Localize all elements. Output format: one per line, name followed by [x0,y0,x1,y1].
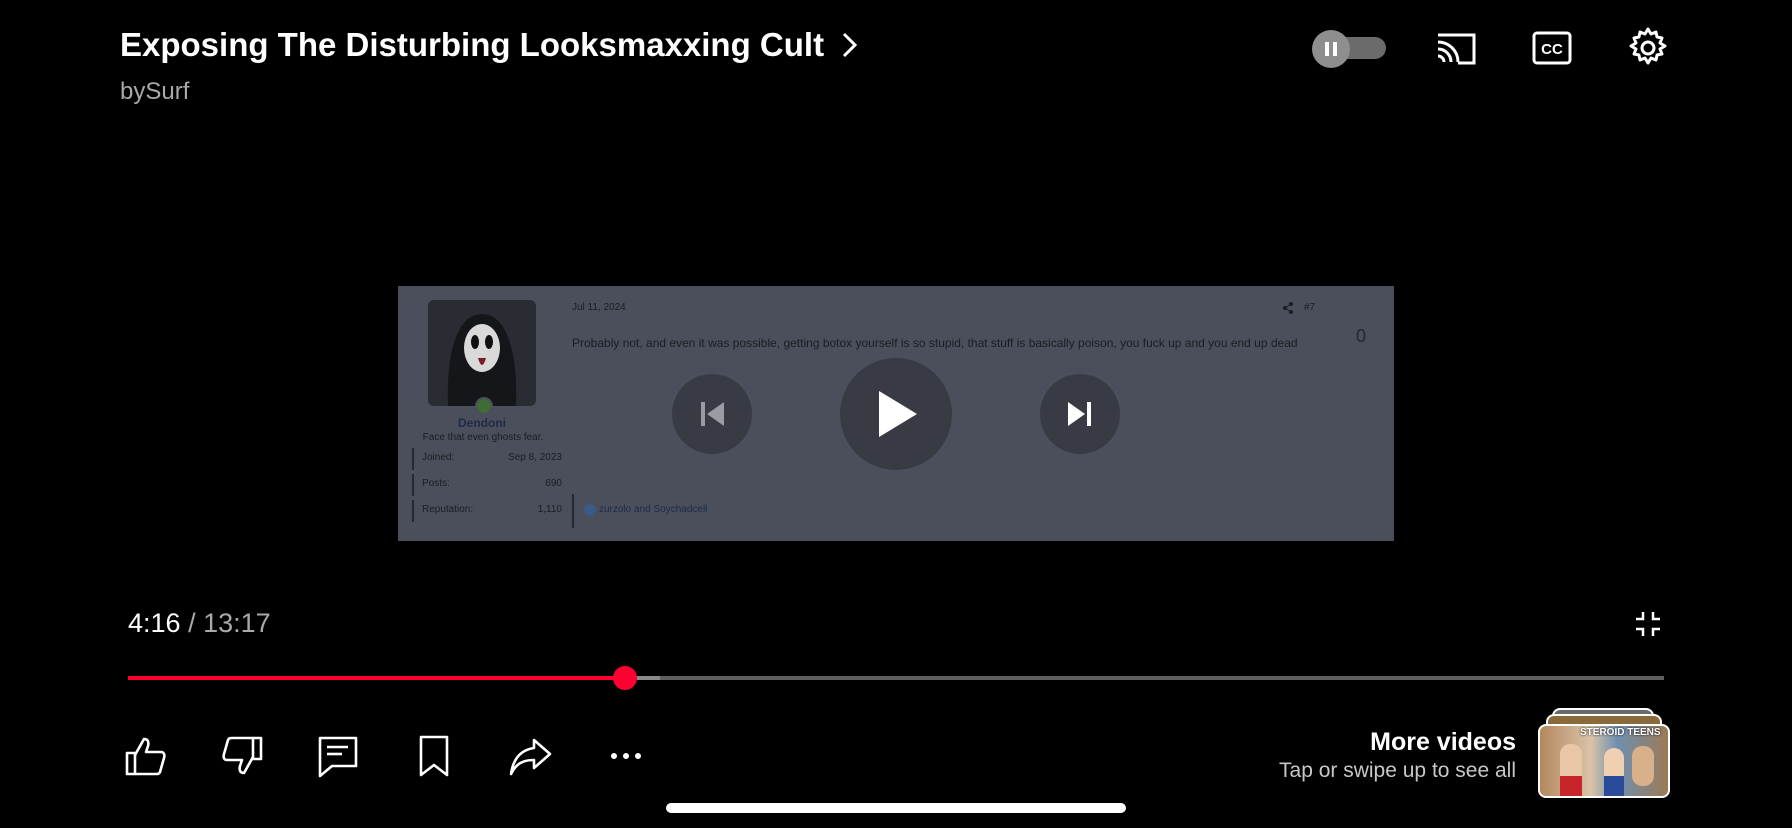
play-icon [879,391,917,437]
online-indicator [475,397,493,415]
save-icon[interactable] [412,734,456,778]
stat-value: 1,110 [537,504,562,515]
thumbnail-figure [1632,746,1654,786]
exit-fullscreen-icon[interactable] [1634,610,1662,638]
thumbnail-figure [1560,776,1582,796]
more-icon[interactable] [604,734,648,778]
stat-value: 690 [545,478,562,489]
thumbnail-front: STEROID TEENS [1538,724,1670,798]
forum-post-text: Probably not, and even it was possible, … [572,336,1298,350]
pause-icon [1312,30,1350,68]
stat-label: Posts: [422,478,450,489]
cast-icon[interactable] [1434,26,1478,70]
stat-label: Joined: [422,452,455,463]
forum-stat-posts: Posts: 690 [412,474,564,496]
forum-post-number: #7 [1304,302,1316,313]
more-videos-subtitle[interactable]: Tap or swipe up to see all [1279,759,1516,783]
forum-reactions: zurzolo and Soychadcell [599,504,708,515]
forum-post-date: Jul 11, 2024 [572,302,626,313]
forum-stat-joined: Joined: Sep 8, 2023 [412,448,564,470]
progress-scrubber[interactable] [613,666,637,690]
share-icon[interactable] [508,734,552,778]
thumbs-up-icon[interactable] [124,734,168,778]
channel-name[interactable]: bySurf [120,78,189,106]
more-videos-title[interactable]: More videos [1370,728,1516,757]
stat-value: Sep 8, 2023 [508,452,562,463]
more-videos-thumbnails[interactable]: STEROID TEENS [1538,708,1670,798]
home-indicator[interactable] [666,803,1126,813]
total-time: 13:17 [203,608,271,638]
avatar [428,300,536,406]
forum-username: Dendoni [458,416,506,430]
time-separator: / [180,608,204,638]
forum-share-icon [1283,302,1293,314]
current-time: 4:16 [128,608,181,638]
forum-reactions-bar [572,494,574,528]
previous-icon [701,402,724,426]
video-title[interactable]: Exposing The Disturbing Looksmaxxing Cul… [120,26,860,64]
forum-user-title: Face that even ghosts fear. [422,432,544,443]
progress-fill [128,676,625,680]
forum-vote-count: 0 [1355,326,1366,346]
previous-button[interactable] [672,374,752,454]
next-button[interactable] [1040,374,1120,454]
chevron-right-icon [843,32,858,58]
stat-label: Reputation: [422,504,474,515]
gear-icon[interactable] [1626,26,1670,70]
thumbnail-text: STEROID TEENS [1580,727,1661,738]
reaction-icon [584,504,596,516]
autoplay-toggle[interactable] [1312,30,1386,68]
forum-stat-reputation: Reputation: 1,110 [412,500,564,522]
svg-text:CC: CC [1541,41,1563,58]
thumbnail-figure [1604,776,1624,796]
play-button[interactable] [840,358,952,470]
comments-icon[interactable] [316,734,360,778]
cc-icon[interactable]: CC [1530,26,1574,70]
next-icon [1068,402,1091,426]
thumbs-down-icon[interactable] [220,734,264,778]
video-title-text: Exposing The Disturbing Looksmaxxing Cul… [120,26,825,63]
time-display: 4:16 / 13:17 [128,608,271,639]
